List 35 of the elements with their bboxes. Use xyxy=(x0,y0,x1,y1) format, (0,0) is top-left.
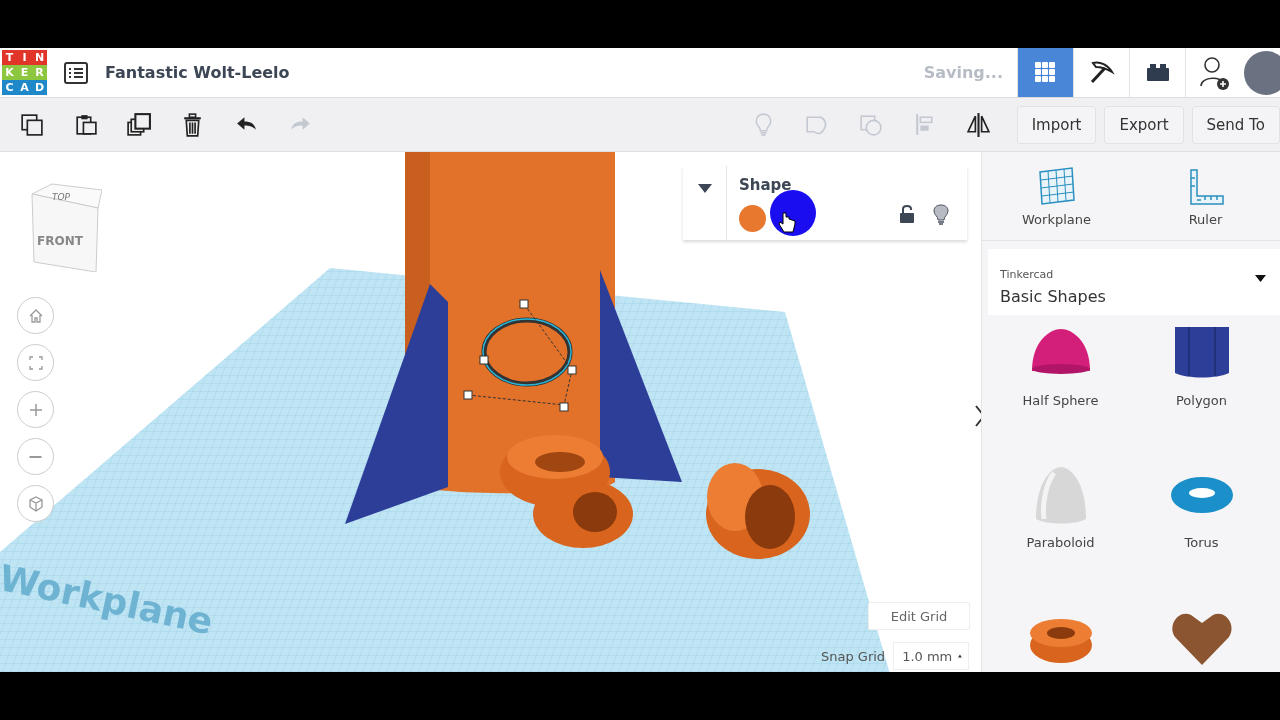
shape-item[interactable]: Polygon xyxy=(1131,321,1272,457)
mirror-icon xyxy=(964,111,992,138)
rocket-model-drawing[interactable] xyxy=(345,152,682,548)
tinkercad-logo[interactable]: T I N K E R C A D xyxy=(2,50,47,95)
solid-swatch[interactable] xyxy=(739,204,766,232)
zoom-out-icon xyxy=(29,455,42,458)
shape-item[interactable]: Torus xyxy=(1131,463,1272,599)
duplicate-icon xyxy=(125,111,153,138)
toolbar-button[interactable]: Import xyxy=(1016,105,1097,144)
workplane-tool-button[interactable]: Workplane xyxy=(982,152,1131,240)
lightbulb-icon[interactable] xyxy=(933,204,949,226)
caret-icon xyxy=(1255,275,1266,282)
toolbar-button[interactable]: Send To xyxy=(1191,105,1280,144)
hand-cursor-icon xyxy=(778,212,796,234)
add-user-icon[interactable] xyxy=(1199,55,1229,90)
user-avatar[interactable] xyxy=(1244,50,1280,95)
unlocked-icon[interactable] xyxy=(899,204,915,224)
snap-grid-label: Snap Grid xyxy=(821,648,886,664)
cube-top-label[interactable]: TOP xyxy=(52,192,70,202)
caret-icon xyxy=(958,653,963,659)
inspector-title: Shape xyxy=(739,176,793,194)
design-title[interactable]: Fantastic Wolt-Leelo xyxy=(105,63,290,82)
edit-grid-button[interactable]: Edit Grid xyxy=(868,602,970,630)
ruler-tool-button[interactable]: Ruler xyxy=(1131,152,1280,240)
toolbar-button[interactable]: Export xyxy=(1104,105,1184,144)
snap-grid-select[interactable]: 1.0 mm xyxy=(893,642,970,670)
tube-shape[interactable] xyxy=(706,463,810,559)
shape-item[interactable]: Paraboloid xyxy=(990,463,1131,599)
caret-icon xyxy=(697,184,712,193)
fit-icon xyxy=(26,353,45,372)
save-status: Saving... xyxy=(923,63,1003,82)
shape-item[interactable]: Half Sphere xyxy=(990,321,1131,457)
grid-view-button[interactable] xyxy=(1017,48,1073,97)
list-icon[interactable] xyxy=(63,59,89,86)
shape-library-dropdown[interactable]: Tinkercad Basic Shapes xyxy=(988,249,1280,315)
